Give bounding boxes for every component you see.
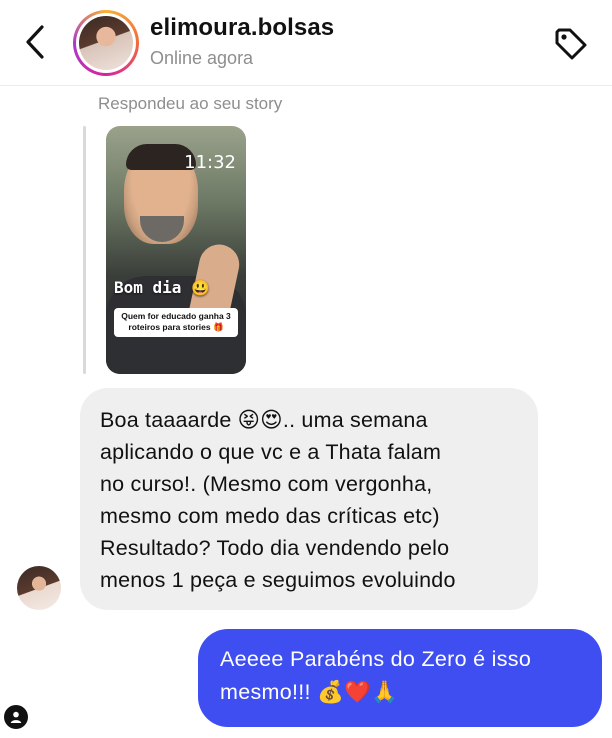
- tag-button[interactable]: [550, 24, 592, 64]
- incoming-message-text: Boa taaaarde 😝😍.. uma semana aplicando o…: [100, 408, 456, 592]
- story-caption-text: Bom dia: [114, 278, 182, 297]
- story-sticker: Quem for educado ganha 3 roteiros para s…: [114, 308, 238, 337]
- chevron-left-icon: [26, 25, 44, 59]
- sender-avatar[interactable]: [17, 566, 61, 610]
- outgoing-message-text: Aeeee Parabéns do Zero é isso mesmo!!! 💰…: [220, 647, 532, 704]
- outgoing-message-bubble[interactable]: Aeeee Parabéns do Zero é isso mesmo!!! 💰…: [198, 629, 602, 727]
- back-button[interactable]: [18, 22, 52, 62]
- user-profile-button[interactable]: [4, 705, 28, 729]
- tag-icon: [555, 28, 587, 60]
- profile-avatar[interactable]: [73, 10, 139, 76]
- avatar-photo: [79, 16, 133, 70]
- story-caption-emoji: 😃: [191, 279, 210, 297]
- online-status: Online agora: [150, 48, 254, 68]
- chat-header: elimoura.bolsas Online agora: [0, 0, 612, 86]
- story-caption: Bom dia 😃: [114, 278, 210, 297]
- reply-indicator-line: [83, 126, 86, 374]
- story-time: 11:32: [184, 152, 236, 173]
- incoming-message-bubble[interactable]: Boa taaaarde 😝😍.. uma semana aplicando o…: [80, 388, 538, 610]
- story-reply-label: Respondeu ao seu story: [98, 94, 283, 113]
- username[interactable]: elimoura.bolsas: [150, 14, 334, 42]
- story-thumbnail[interactable]: 11:32 Bom dia 😃 Quem for educado ganha 3…: [106, 126, 246, 374]
- person-icon: [10, 711, 22, 723]
